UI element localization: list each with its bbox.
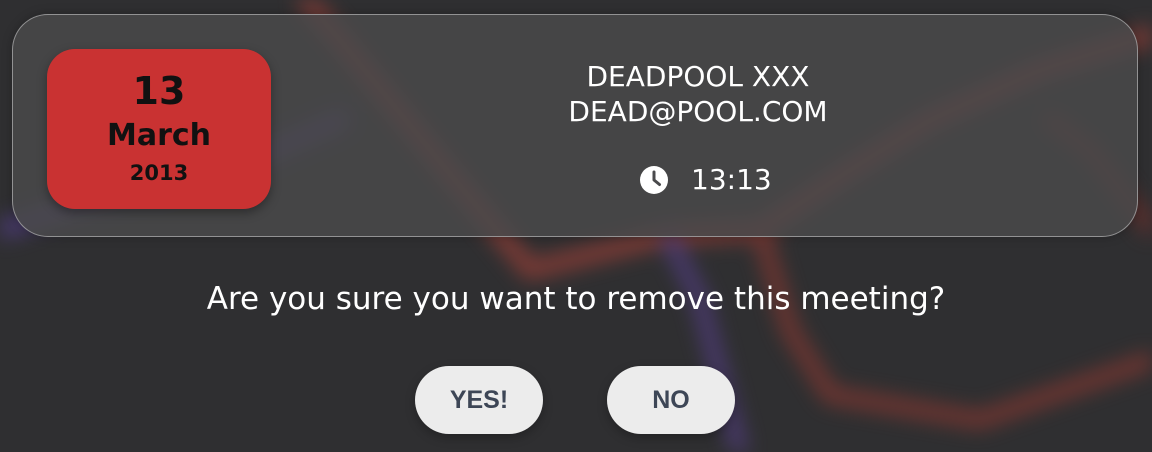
meeting-time: 13:13 xyxy=(691,163,772,196)
date-badge: 13 March 2013 xyxy=(47,49,271,209)
meeting-time-row: 13:13 xyxy=(639,160,772,200)
meeting-email: DEAD@POOL.COM xyxy=(568,95,828,128)
remove-meeting-prompt: Are you sure you want to remove this mee… xyxy=(206,281,946,317)
meeting-name: DEADPOOL XXX xyxy=(586,60,810,93)
meeting-card: 13 March 2013 DEADPOOL XXX DEAD@POOL.COM… xyxy=(12,14,1138,237)
date-month: March xyxy=(106,118,212,153)
date-year: 2013 xyxy=(129,161,189,185)
clock-icon xyxy=(639,165,669,195)
no-button[interactable]: NO xyxy=(607,366,735,434)
date-day: 13 xyxy=(132,69,186,113)
yes-button[interactable]: YES! xyxy=(415,366,543,434)
